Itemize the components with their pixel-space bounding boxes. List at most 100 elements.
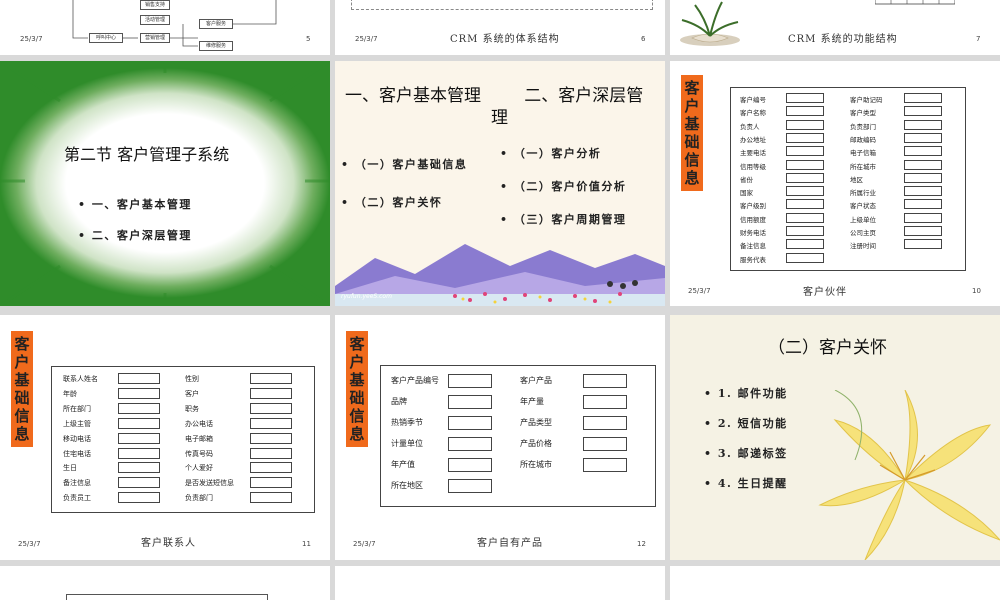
slide-number: 5 — [306, 35, 311, 43]
slide-bullet: • 1. 邮件功能 — [704, 387, 788, 400]
field-input[interactable] — [250, 417, 292, 429]
field-input[interactable] — [786, 132, 824, 143]
field-input[interactable] — [786, 119, 824, 130]
field-input[interactable] — [448, 479, 492, 493]
slide-thumbnail-13[interactable]: （二）客户关怀 • 1. 邮件功能 • 2. 短信功能 • 3. 邮递标签 • … — [670, 315, 1000, 560]
slide-thumbnail-12[interactable]: 客户基础信息 25/3/7 客户自有产品 12 客户产品编号 品牌 热销季节 计量单位… — [335, 315, 665, 560]
field-input[interactable] — [448, 437, 492, 451]
field-input[interactable] — [583, 458, 627, 472]
field-label: 负责员工 — [63, 494, 91, 503]
field-input[interactable] — [583, 374, 627, 388]
slide-caption: CRM 系统的体系结构 — [450, 34, 560, 45]
field-input[interactable] — [904, 239, 942, 250]
slide-thumbnail-8[interactable]: 第二节 客户管理子系统 • 一、客户基本管理 • 二、客户深层管理 — [0, 61, 330, 306]
field-label: 上级主管 — [63, 419, 91, 428]
field-input[interactable] — [904, 226, 942, 236]
field-input[interactable] — [448, 416, 492, 430]
field-input[interactable] — [118, 417, 160, 429]
field-label: 信用额度 — [740, 215, 766, 224]
slide-thumbnail-7[interactable]: CRM 系统的功能结构 7 — [670, 0, 1000, 55]
slide-thumbnail-15[interactable] — [335, 566, 665, 600]
field-input[interactable] — [250, 373, 292, 384]
slide-bullet: • 3. 邮递标签 — [704, 447, 788, 460]
slide-bullet: • 2. 短信功能 — [704, 417, 788, 430]
slide-date: 25/3/7 — [18, 540, 41, 548]
field-input[interactable] — [583, 395, 627, 409]
slide-thumbnail-10[interactable]: 客户基础信息 25/3/7 客户伙伴 10 客户编号 客户名称 负责人 办公地址 主要电… — [670, 61, 1000, 306]
field-label: 联系人姓名 — [63, 375, 98, 383]
field-label: 客户助记码 — [850, 96, 883, 104]
field-input[interactable] — [448, 374, 492, 388]
flow-node-customer-service: 客户服务 — [199, 19, 233, 29]
field-input[interactable] — [904, 119, 942, 130]
slide-thumbnail-6[interactable]: 25/3/7 CRM 系统的体系结构 6 — [335, 0, 665, 55]
field-input[interactable] — [583, 437, 627, 451]
field-input[interactable] — [250, 462, 292, 474]
slide-thumbnail-16[interactable] — [670, 566, 1000, 600]
field-input[interactable] — [904, 93, 942, 103]
field-label: 备注信息 — [740, 242, 766, 251]
field-input[interactable] — [904, 186, 942, 197]
field-input[interactable] — [786, 226, 824, 236]
field-input[interactable] — [786, 146, 824, 157]
field-input[interactable] — [448, 395, 492, 409]
field-input[interactable] — [448, 458, 492, 472]
flow-node-call-center: 呼叫中心 — [89, 33, 123, 43]
field-input[interactable] — [904, 106, 942, 117]
section-tag: 客户基础信息 — [346, 331, 368, 447]
field-input[interactable] — [904, 132, 942, 143]
field-input[interactable] — [118, 373, 160, 384]
field-input[interactable] — [118, 462, 160, 474]
green-burst-background — [0, 61, 330, 306]
field-label: 生日 — [63, 464, 77, 473]
field-input[interactable] — [786, 159, 824, 170]
field-input[interactable] — [904, 159, 942, 170]
slide-number: 10 — [972, 287, 981, 295]
section-tag: 客户基础信息 — [681, 75, 703, 191]
field-input[interactable] — [904, 146, 942, 157]
field-label: 信用等级 — [740, 162, 766, 171]
field-input[interactable] — [786, 252, 824, 263]
field-label: 所在部门 — [63, 404, 91, 413]
field-input[interactable] — [250, 402, 292, 414]
flow-node-activity: 活动管理 — [140, 15, 170, 25]
field-input[interactable] — [583, 416, 627, 430]
slide-thumbnail-9[interactable]: 一、客户基本管理 二、客户深层管 理 • （一）客户基础信息 • （二）客户关怀… — [335, 61, 665, 306]
slide-thumbnail-11[interactable]: 客户基础信息 25/3/7 客户联系人 11 联系人姓名 年龄 所在部门 上级主管 移动… — [0, 315, 330, 560]
field-input[interactable] — [118, 432, 160, 444]
field-label: 性别 — [185, 375, 199, 383]
field-label: 客户编号 — [740, 96, 766, 104]
slide-thumbnail-14[interactable] — [0, 566, 330, 600]
slide-thumbnail-5[interactable]: 销售支持 活动管理 客户服务 营销管理 呼叫中心 维修服务 25/3/7 5 — [0, 0, 330, 55]
field-label: 所在城市 — [850, 162, 876, 171]
field-label: 负责部门 — [185, 494, 213, 503]
field-input[interactable] — [904, 199, 942, 210]
field-label: 住宅电话 — [63, 449, 91, 458]
field-input[interactable] — [118, 477, 160, 489]
field-input[interactable] — [786, 199, 824, 210]
field-input[interactable] — [786, 186, 824, 197]
field-input[interactable] — [786, 106, 824, 117]
field-input[interactable] — [118, 402, 160, 414]
field-label: 品牌 — [391, 397, 407, 406]
field-input[interactable] — [250, 477, 292, 489]
field-input[interactable] — [786, 212, 824, 223]
field-input[interactable] — [250, 447, 292, 459]
field-label: 办公地址 — [740, 135, 766, 144]
field-label: 省份 — [740, 175, 753, 184]
field-input[interactable] — [786, 172, 824, 183]
field-label: 所在城市 — [520, 460, 552, 469]
field-input[interactable] — [250, 492, 292, 504]
field-label: 年产值 — [391, 460, 415, 469]
field-input[interactable] — [118, 387, 160, 399]
field-input[interactable] — [904, 172, 942, 183]
field-input[interactable] — [786, 93, 824, 103]
field-input[interactable] — [118, 492, 160, 504]
field-input[interactable] — [904, 212, 942, 223]
lily-flower-image — [818, 390, 1000, 560]
field-label: 客户类型 — [850, 109, 876, 118]
field-input[interactable] — [118, 447, 160, 459]
field-input[interactable] — [786, 239, 824, 250]
field-input[interactable] — [250, 432, 292, 444]
field-input[interactable] — [250, 387, 292, 399]
